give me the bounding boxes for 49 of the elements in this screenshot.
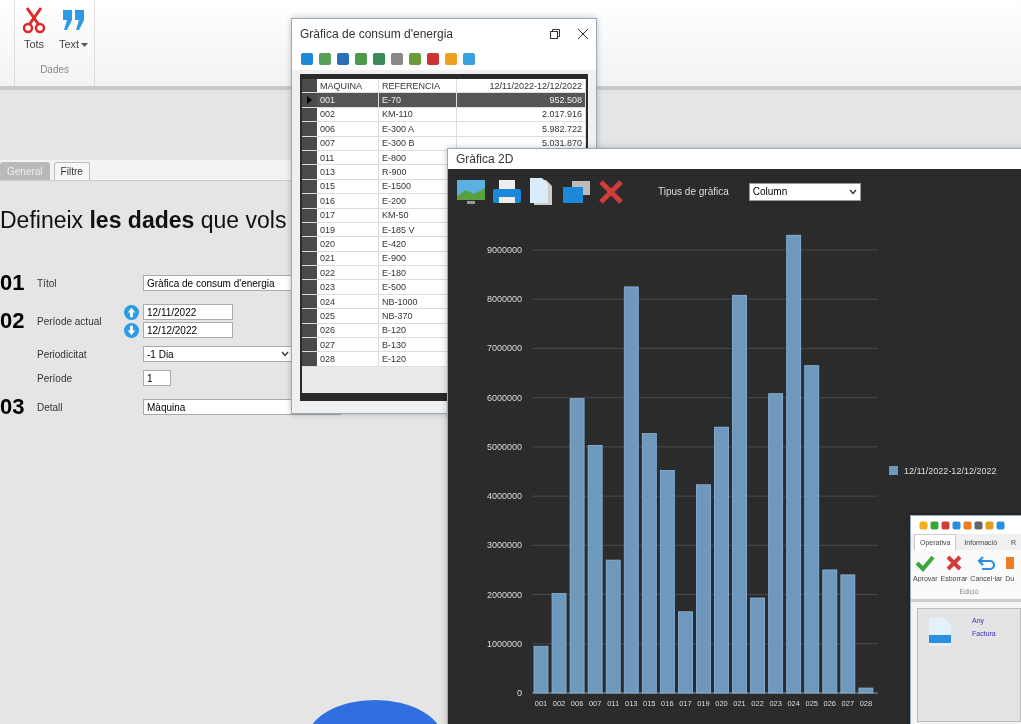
group-label: Dades (40, 64, 70, 75)
table-cell: E-300 A (379, 122, 457, 136)
chart-type-label: Tipus de gràfica (658, 186, 729, 197)
y-axis-label: 4000000 (486, 491, 522, 502)
y-axis-label: 2000000 (486, 589, 522, 600)
table-cell: 027 (317, 338, 379, 352)
table-cell: KM-110 (379, 107, 457, 122)
table-cell: E-70 (379, 93, 457, 107)
table-cell: 021 (317, 251, 379, 266)
table-cell: 952.508 (457, 93, 586, 107)
table-cell: 2.017.916 (457, 107, 586, 122)
table-cell: 025 (317, 309, 379, 323)
y-axis-label: 7000000 (486, 343, 522, 354)
table-cell: 5.982.722 (457, 122, 586, 136)
y-axis-label: 1000000 (486, 638, 522, 649)
table-cell: 016 (317, 194, 379, 208)
table-cell: 007 (317, 136, 379, 150)
y-axis-label: 3000000 (486, 540, 522, 551)
y-axis-label: 0 (517, 688, 522, 698)
table-cell: 011 (317, 150, 379, 165)
table-cell: 013 (317, 165, 379, 179)
table-cell: 022 (317, 266, 379, 280)
field-label: Període actual (37, 315, 103, 327)
table-cell: 002 (317, 107, 379, 122)
table-cell: 023 (317, 280, 379, 294)
y-axis-label: 5000000 (486, 441, 522, 452)
table-cell: 001 (317, 93, 379, 107)
table-cell: 015 (317, 179, 379, 194)
field-label: Detall (37, 401, 64, 413)
legend-label: 12/11/2022-12/12/2022 (904, 466, 997, 476)
window-title: Gràfica 2D (456, 152, 514, 166)
table-cell: 026 (317, 323, 379, 338)
table-cell: 006 (317, 122, 379, 136)
table-cell: 020 (317, 237, 379, 251)
field-label: Títol (37, 277, 58, 289)
field-label: Període (37, 372, 74, 384)
page-heading: Defineix les dades que vols (0, 207, 287, 234)
window-title: Gràfica de consum d'energia (300, 26, 454, 41)
table-cell: 024 (317, 294, 379, 309)
y-axis-label: 9000000 (486, 245, 522, 255)
step-number: 01 (0, 270, 26, 296)
table-cell: 028 (317, 352, 379, 366)
step-number: 03 (0, 394, 26, 420)
table-cell: 017 (317, 208, 379, 222)
table-cell: 019 (317, 222, 379, 237)
field-label: Periodicitat (37, 348, 88, 360)
y-axis-label: 6000000 (486, 392, 522, 403)
step-number: 02 (0, 308, 26, 334)
y-axis-label: 8000000 (486, 294, 522, 305)
